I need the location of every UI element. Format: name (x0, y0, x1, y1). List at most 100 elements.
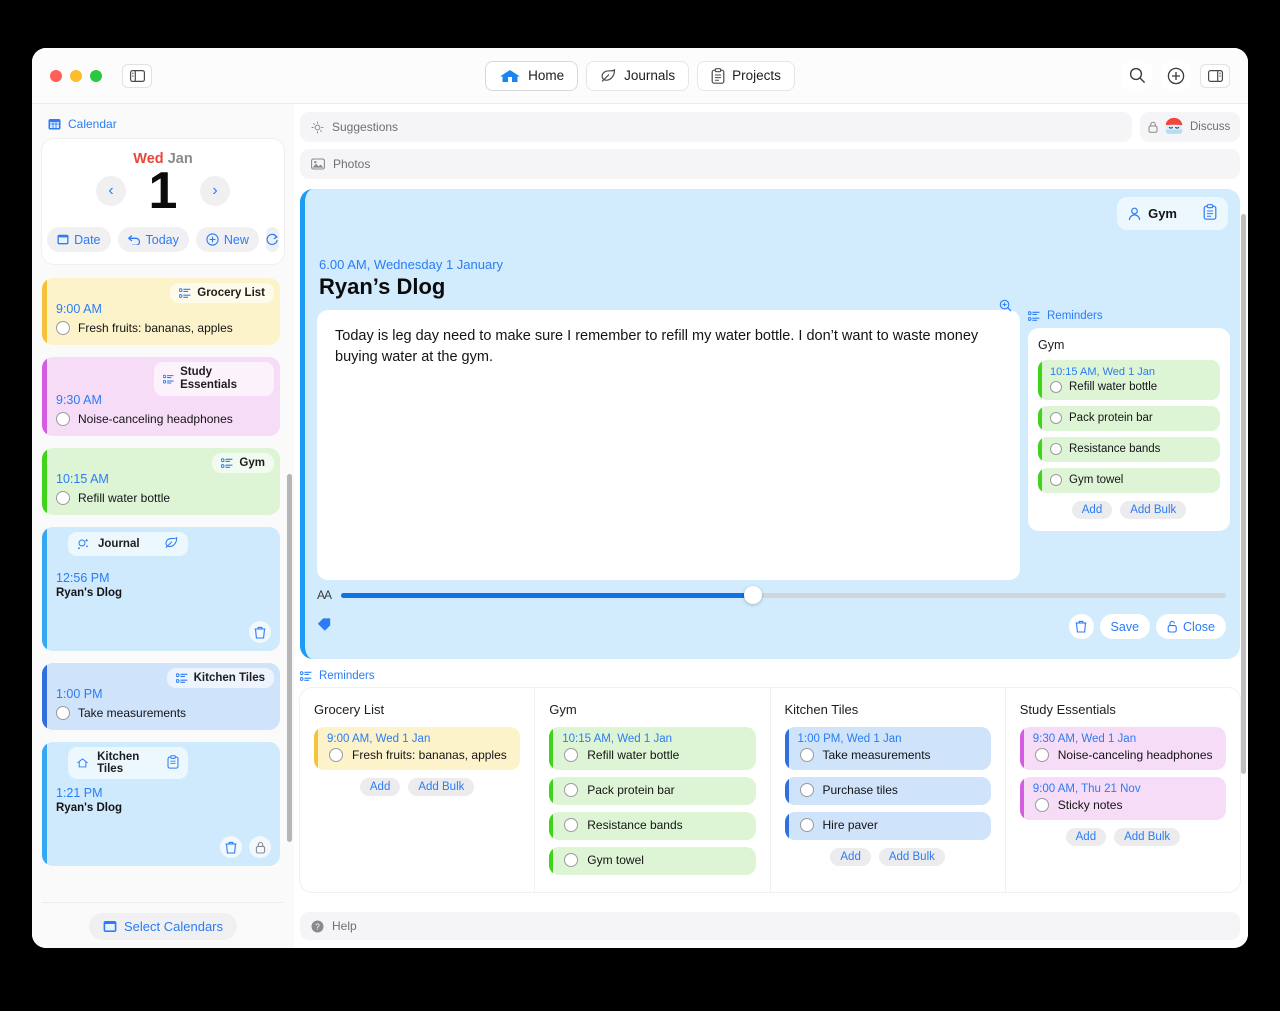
event-task[interactable]: Fresh fruits: bananas, apples (56, 321, 270, 335)
reminder-item[interactable]: Pack protein bar (1038, 406, 1220, 431)
task-checkbox[interactable] (564, 748, 579, 762)
nav-journals[interactable]: Journals (586, 60, 690, 91)
maximize-window-button[interactable] (90, 69, 102, 82)
editor-textarea[interactable]: Today is leg day need to make sure I rem… (317, 310, 1020, 580)
task-checkbox[interactable] (564, 783, 579, 797)
reminder-row[interactable]: Pack protein bar (562, 783, 746, 797)
task-checkbox[interactable] (799, 783, 814, 797)
clipboard-icon[interactable] (1203, 204, 1217, 223)
reminder-item[interactable]: 10:15 AM, Wed 1 Jan Refill water bottle (1038, 360, 1220, 400)
reminder-row[interactable]: Purchase tiles (798, 783, 982, 797)
minimize-window-button[interactable] (70, 69, 82, 82)
event-card-study-essentials[interactable]: Study Essentials 9:30 AM Noise-canceling… (42, 357, 280, 436)
task-checkbox[interactable] (799, 748, 814, 762)
add-bulk-reminder-button[interactable]: Add Bulk (1114, 828, 1181, 846)
event-tag[interactable]: Kitchen Tiles (166, 668, 274, 688)
reminder-row[interactable]: Refill water bottle (562, 748, 746, 762)
task-checkbox[interactable] (56, 412, 70, 426)
close-window-button[interactable] (50, 69, 62, 82)
suggestions-bar[interactable]: Suggestions (300, 112, 1132, 142)
clipboard-icon[interactable] (167, 754, 179, 772)
reminder-item[interactable]: 9:00 AM, Thu 21 Nov Sticky notes (1019, 777, 1226, 820)
event-card-kitchen-tiles[interactable]: Kitchen Tiles 1:00 PM Take measurements (42, 663, 280, 730)
reminder-row[interactable]: Resistance bands (1050, 443, 1212, 455)
event-list[interactable]: Grocery List 9:00 AM Fresh fruits: banan… (42, 278, 284, 902)
select-calendars-button[interactable]: Select Calendars (89, 913, 237, 940)
help-bar[interactable]: ? Help (300, 912, 1240, 940)
editor-tag[interactable]: Gym (1117, 197, 1228, 230)
event-card-journal[interactable]: Journal 12:56 PM Ryan's Dlog (42, 527, 280, 651)
reminder-row[interactable]: Fresh fruits: bananas, apples (327, 748, 511, 762)
reminder-item[interactable]: Gym towel (1038, 468, 1220, 493)
add-bulk-reminder-button[interactable]: Add Bulk (1120, 501, 1187, 519)
toggle-right-panel-button[interactable] (1200, 63, 1230, 88)
reminder-row[interactable]: Sticky notes (1033, 798, 1217, 812)
reminder-row[interactable]: Hire paver (798, 818, 982, 832)
add-reminder-button[interactable]: Add (1071, 501, 1113, 519)
task-checkbox[interactable] (564, 853, 579, 867)
event-tag[interactable]: Study Essentials (154, 362, 274, 397)
task-checkbox[interactable] (1050, 474, 1062, 486)
add-reminder-button[interactable]: Add (830, 848, 871, 866)
event-tag[interactable]: Journal (68, 532, 188, 556)
task-checkbox[interactable] (799, 818, 814, 832)
event-card-gym[interactable]: Gym 10:15 AM Refill water bottle (42, 448, 280, 515)
nav-projects[interactable]: Projects (697, 60, 795, 91)
event-task[interactable]: Noise-canceling headphones (56, 412, 270, 426)
event-tag[interactable]: Grocery List (170, 283, 274, 303)
reminder-item[interactable]: 9:00 AM, Wed 1 Jan Fresh fruits: bananas… (314, 727, 521, 770)
event-tag[interactable]: Kitchen Tiles (68, 747, 188, 779)
reminder-item[interactable]: Pack protein bar (549, 777, 756, 805)
event-tag[interactable]: Gym (212, 453, 274, 473)
task-checkbox[interactable] (56, 491, 70, 505)
task-checkbox[interactable] (564, 818, 579, 832)
reminder-row[interactable]: Pack protein bar (1050, 412, 1212, 424)
nav-home[interactable]: Home (485, 60, 579, 91)
reminder-item[interactable]: Hire paver (784, 812, 991, 840)
leaf-icon[interactable] (164, 536, 179, 552)
add-bulk-reminder-button[interactable]: Add Bulk (408, 778, 475, 796)
reminder-item[interactable]: 1:00 PM, Wed 1 Jan Take measurements (784, 727, 991, 770)
task-checkbox[interactable] (1050, 412, 1062, 424)
zoom-in-icon[interactable] (999, 299, 1012, 317)
task-checkbox[interactable] (56, 706, 70, 720)
event-card-grocery-list[interactable]: Grocery List 9:00 AM Fresh fruits: banan… (42, 278, 280, 345)
add-reminder-button[interactable]: Add (359, 778, 401, 796)
date-button[interactable]: Date (47, 227, 111, 252)
reminder-item[interactable]: Purchase tiles (784, 777, 991, 805)
next-day-button[interactable]: › (200, 176, 230, 206)
task-checkbox[interactable] (1034, 748, 1049, 762)
tag-icon[interactable] (317, 617, 332, 636)
today-button[interactable]: Today (117, 227, 189, 252)
task-checkbox[interactable] (1050, 443, 1062, 455)
search-button[interactable] (1122, 62, 1152, 89)
reminder-row[interactable]: Gym towel (562, 853, 746, 867)
reminder-item[interactable]: 9:30 AM, Wed 1 Jan Noise-canceling headp… (1019, 727, 1226, 770)
task-checkbox[interactable] (56, 321, 70, 335)
delete-entry-button[interactable] (1068, 614, 1094, 639)
delete-event-button[interactable] (220, 836, 242, 858)
task-checkbox[interactable] (1034, 798, 1049, 812)
reminder-row[interactable]: Refill water bottle (1050, 381, 1212, 393)
discuss-button[interactable]: Discuss (1140, 112, 1240, 142)
event-task[interactable]: Refill water bottle (56, 491, 270, 505)
reminder-item[interactable]: Resistance bands (549, 812, 756, 840)
new-button[interactable]: New (195, 227, 259, 252)
reminder-row[interactable]: Resistance bands (562, 818, 746, 832)
reminder-row[interactable]: Gym towel (1050, 474, 1212, 486)
reminder-item[interactable]: 10:15 AM, Wed 1 Jan Refill water bottle (549, 727, 756, 770)
event-task[interactable]: Take measurements (56, 706, 270, 720)
add-button[interactable] (1161, 62, 1191, 89)
add-bulk-reminder-button[interactable]: Add Bulk (878, 848, 945, 866)
prev-day-button[interactable]: ‹ (96, 176, 126, 206)
font-size-slider[interactable] (341, 586, 1226, 604)
lock-event-button[interactable] (249, 836, 271, 858)
close-button[interactable]: Close (1156, 614, 1226, 639)
refresh-button[interactable] (265, 227, 279, 252)
task-checkbox[interactable] (1050, 381, 1062, 393)
task-checkbox[interactable] (329, 748, 343, 762)
delete-event-button[interactable] (249, 621, 271, 643)
save-button[interactable]: Save (1099, 614, 1151, 639)
main-scrollbar[interactable] (1241, 214, 1246, 774)
reminder-item[interactable]: Resistance bands (1038, 437, 1220, 462)
